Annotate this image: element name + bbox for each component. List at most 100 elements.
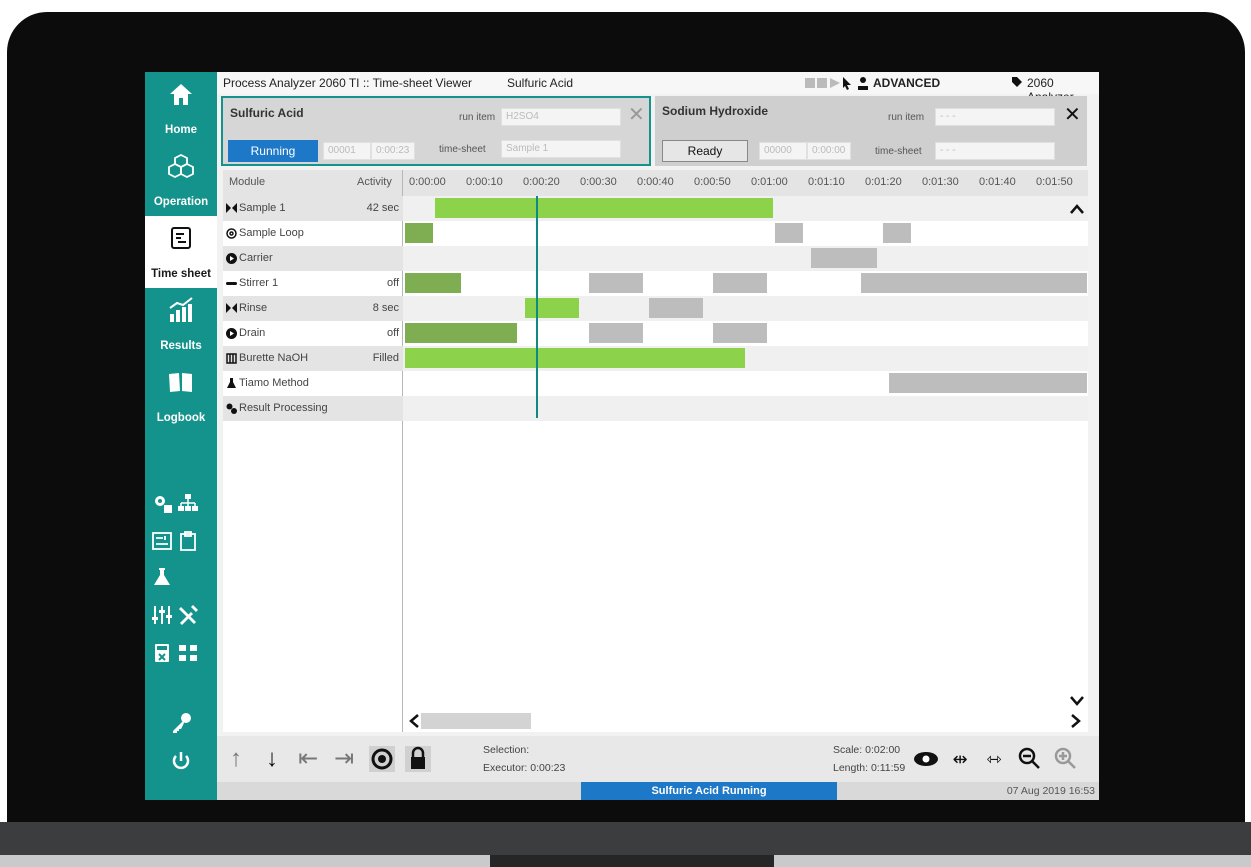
activity-bar xyxy=(811,248,877,268)
network-icon[interactable] xyxy=(177,492,199,514)
list-item[interactable]: Burette NaOH Filled xyxy=(223,346,403,371)
list-item[interactable]: Sample 1 42 sec xyxy=(223,196,403,221)
title-bar: Process Analyzer 2060 TI :: Time-sheet V… xyxy=(217,72,1099,104)
panel-sulfuric-acid[interactable]: Sulfuric Acid run item H2SO4 ✕ Running 0… xyxy=(221,96,651,166)
sidebar-item-label: Operation xyxy=(153,196,209,208)
list-item[interactable]: Sample Loop xyxy=(223,221,403,246)
list-item[interactable]: Carrier xyxy=(223,246,403,271)
play-circle-icon xyxy=(226,328,237,339)
flask-icon[interactable] xyxy=(151,566,173,588)
scroll-up-icon[interactable] xyxy=(1070,204,1084,214)
status-button[interactable]: Running xyxy=(228,140,318,162)
horizontal-scrollbar[interactable] xyxy=(421,713,531,729)
tick-label: 0:00:00 xyxy=(409,176,446,188)
activity-bar xyxy=(405,323,517,343)
play-circle-icon xyxy=(226,253,237,264)
activity-bar xyxy=(589,273,643,293)
arrow-up-icon[interactable]: ↑ xyxy=(221,744,251,774)
toolbar-icons[interactable] xyxy=(805,76,855,90)
config-gear-icon[interactable] xyxy=(151,492,173,514)
time-cursor[interactable] xyxy=(536,196,538,418)
calculator-icon[interactable] xyxy=(151,642,173,664)
list-item[interactable]: Result Processing xyxy=(223,396,403,421)
sidebar: Home Operation Time sheet Results Logboo… xyxy=(145,72,217,800)
expand-horizontal-icon[interactable]: ⇹ xyxy=(945,744,975,774)
record-button[interactable] xyxy=(367,744,397,774)
scroll-right-icon[interactable] xyxy=(1071,714,1081,728)
flask-icon xyxy=(227,378,236,388)
compress-horizontal-icon[interactable]: ⇿ xyxy=(979,744,1009,774)
sidebar-item-label: Logbook xyxy=(156,412,206,424)
eye-icon[interactable] xyxy=(913,748,939,770)
list-item[interactable]: Stirrer 1 off xyxy=(223,271,403,296)
scroll-down-icon[interactable] xyxy=(1070,696,1084,706)
module-activity: off xyxy=(386,327,399,339)
timer-field: 0:00:00 xyxy=(807,142,851,160)
timesheet-field[interactable]: - - - xyxy=(935,142,1055,160)
user-level: ADVANCED xyxy=(873,76,941,90)
timesheet-field[interactable]: Sample 1 xyxy=(501,140,621,158)
module-name: Sample Loop xyxy=(239,227,304,239)
module-activity: off xyxy=(386,277,399,289)
timesheet-icon xyxy=(171,227,191,249)
run-item-field[interactable]: H2SO4 xyxy=(501,108,621,126)
tools-icon[interactable] xyxy=(177,604,199,626)
cubes-icon xyxy=(168,153,194,179)
run-item-label: run item xyxy=(888,112,925,123)
tick-label: 0:00:20 xyxy=(523,176,560,188)
scale-label: Scale: 0:02:00 xyxy=(833,744,901,756)
activity-bar xyxy=(405,223,433,243)
arrows-icon xyxy=(226,203,237,213)
timesheet-label: time-sheet xyxy=(875,146,922,157)
home-icon xyxy=(170,84,192,105)
close-icon[interactable]: ✕ xyxy=(1064,102,1081,127)
activity-bar xyxy=(713,273,767,293)
status-bar: Sulfuric Acid Running 07 Aug 2019 16:53 xyxy=(217,782,1099,800)
sidebar-item-label: Home xyxy=(165,124,197,136)
length-label: Length: 0:11:59 xyxy=(833,762,906,774)
sidebar-item-results[interactable]: Results xyxy=(145,288,217,360)
module-name: Tiamo Method xyxy=(239,377,309,389)
activity-bar xyxy=(883,223,911,243)
lock-icon[interactable] xyxy=(403,744,433,774)
laptop-notch xyxy=(490,855,774,867)
key-icon[interactable] xyxy=(170,712,192,734)
activity-bar xyxy=(525,298,579,318)
sidebar-item-operation[interactable]: Operation xyxy=(145,144,217,216)
activity-bar xyxy=(713,323,767,343)
sidebar-item-timesheet[interactable]: Time sheet xyxy=(145,216,217,288)
scroll-left-icon[interactable] xyxy=(409,714,419,728)
jump-end-icon[interactable]: ⇥ xyxy=(329,744,359,774)
module-activity: Filled xyxy=(372,352,399,364)
app-screen: Home Operation Time sheet Results Logboo… xyxy=(145,72,1099,800)
list-item[interactable]: Drain off xyxy=(223,321,403,346)
module-name: Carrier xyxy=(239,252,273,264)
tick-label: 0:01:10 xyxy=(808,176,845,188)
zoom-out-icon[interactable] xyxy=(1017,746,1041,770)
panel-sodium-hydroxide[interactable]: Sodium Hydroxide run item - - - ✕ Ready … xyxy=(655,96,1087,166)
list-item[interactable]: Rinse 8 sec xyxy=(223,296,403,321)
power-icon[interactable] xyxy=(170,750,192,772)
close-icon[interactable]: ✕ xyxy=(628,102,645,127)
tick-label: 0:00:10 xyxy=(466,176,503,188)
activity-bar xyxy=(435,198,773,218)
clipboard-icon[interactable] xyxy=(177,530,199,552)
timesheet-label: time-sheet xyxy=(439,144,486,155)
sidebar-item-home[interactable]: Home xyxy=(145,72,217,144)
run-item-field[interactable]: - - - xyxy=(935,108,1055,126)
sidebar-item-logbook[interactable]: Logbook xyxy=(145,360,217,432)
counter-field: 00000 xyxy=(759,142,807,160)
io-settings-icon[interactable] xyxy=(151,530,173,552)
timer-field: 0:00:23 xyxy=(371,142,415,160)
panel-title: Sulfuric Acid xyxy=(230,106,304,120)
module-activity: 42 sec xyxy=(366,202,399,214)
arrow-down-icon[interactable]: ↓ xyxy=(257,744,287,774)
connect-icon[interactable] xyxy=(177,642,199,664)
list-item[interactable]: Tiamo Method xyxy=(223,371,403,396)
activity-bar xyxy=(405,273,461,293)
zoom-in-icon[interactable] xyxy=(1053,746,1077,770)
sliders-icon[interactable] xyxy=(151,604,173,626)
status-button[interactable]: Ready xyxy=(662,140,748,162)
module-name: Result Processing xyxy=(239,402,328,414)
jump-start-icon[interactable]: ⇤ xyxy=(293,744,323,774)
